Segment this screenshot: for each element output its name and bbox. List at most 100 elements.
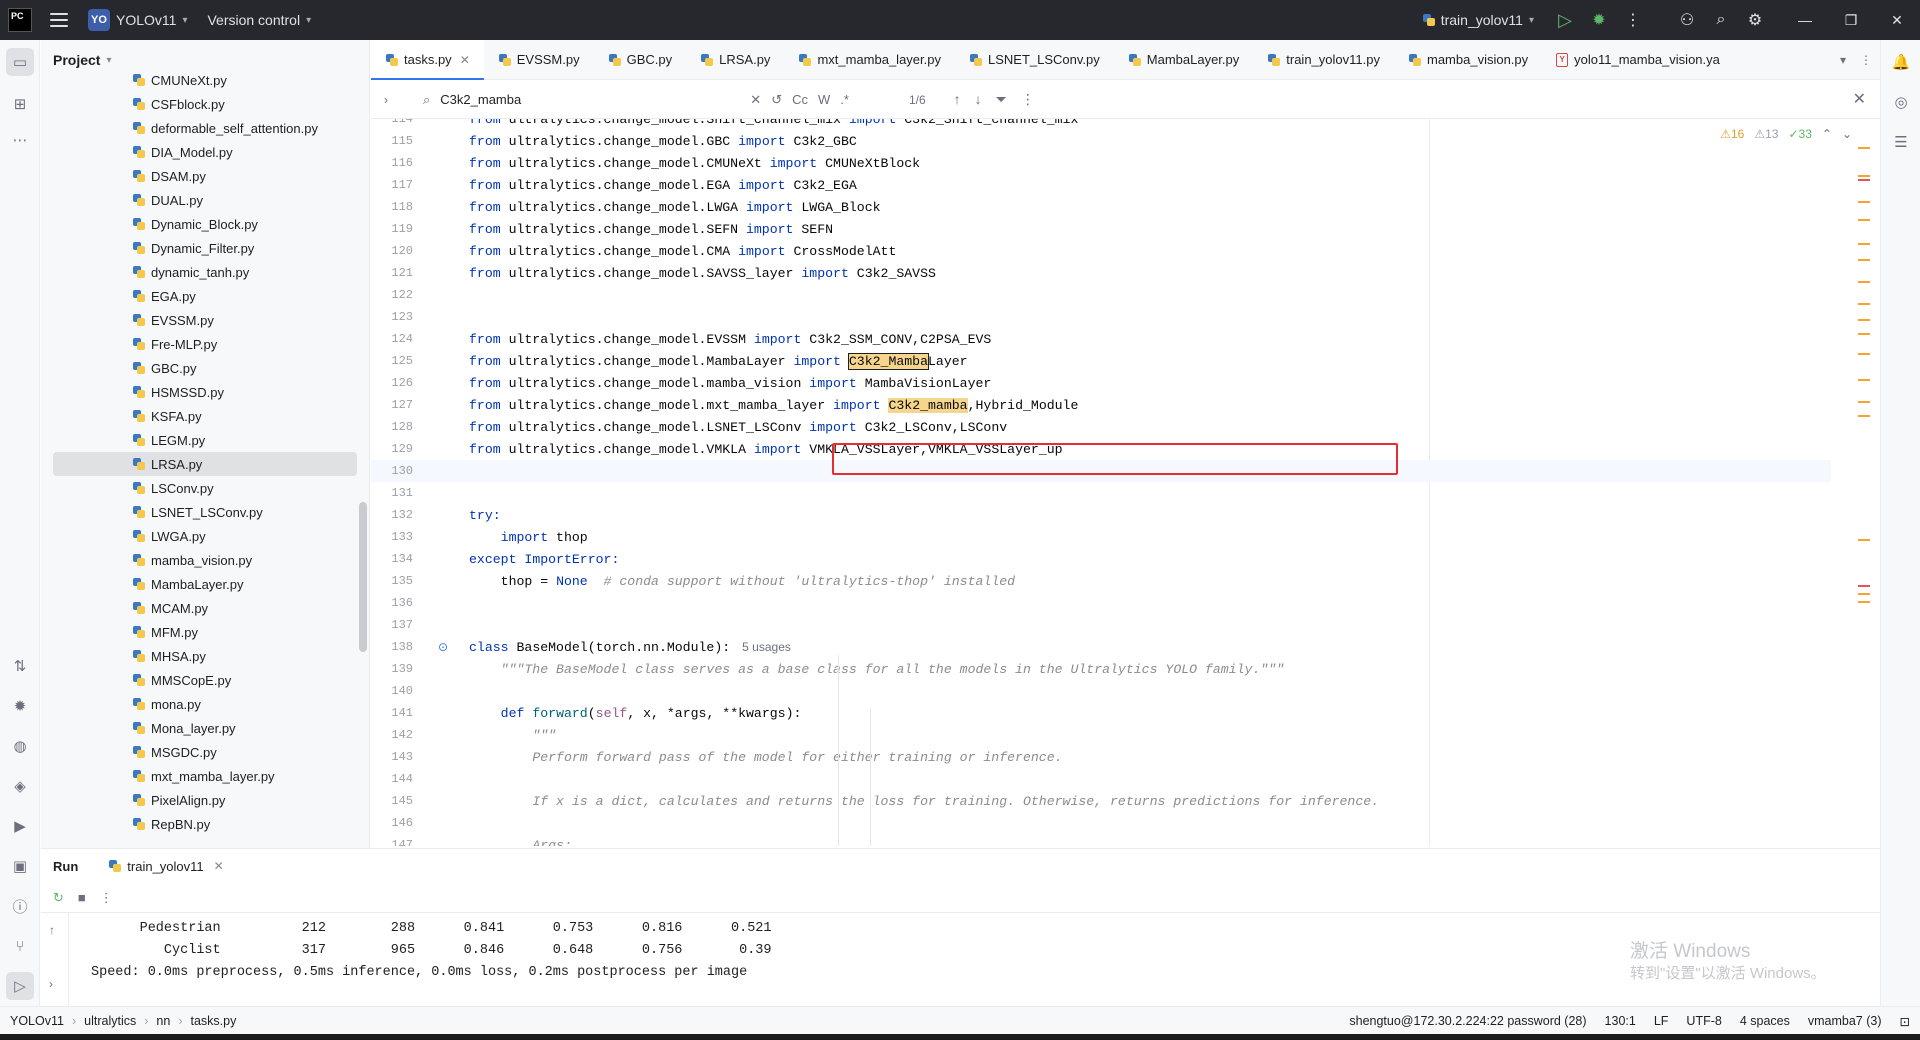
add-user-icon[interactable]: ⚇ (1670, 3, 1704, 37)
tree-file-item[interactable]: MHSA.py (53, 644, 357, 668)
error-stripe-mark[interactable] (1858, 219, 1870, 221)
chevron-down-icon[interactable]: ▾ (1840, 53, 1846, 67)
history-icon[interactable]: ↺ (771, 92, 782, 108)
lock-icon[interactable]: ⊡ (1900, 1014, 1910, 1029)
project-folder-icon[interactable]: ▭ (6, 48, 34, 76)
tree-file-item[interactable]: LEGM.py (53, 428, 357, 452)
usages-hint[interactable]: 5 usages (742, 640, 791, 654)
regex-toggle[interactable]: .* (840, 92, 849, 107)
minimize-button[interactable]: — (1782, 0, 1828, 40)
editor-tab[interactable]: Yyolo11_mamba_vision.ya (1542, 40, 1734, 79)
error-stripe-mark[interactable] (1858, 379, 1870, 381)
file-encoding[interactable]: UTF-8 (1686, 1014, 1721, 1028)
more-icon[interactable]: ⋮ (100, 890, 113, 906)
error-stripe-mark[interactable] (1858, 201, 1870, 203)
editor-tab[interactable]: EVSSM.py (484, 40, 594, 79)
tree-file-item[interactable]: DUAL.py (53, 188, 357, 212)
error-stripe-mark[interactable] (1858, 539, 1870, 541)
tree-file-item[interactable]: HSMSSD.py (53, 380, 357, 404)
tree-file-item[interactable]: MambaLayer.py (53, 572, 357, 596)
whole-word-toggle[interactable]: W (818, 92, 830, 107)
more-tools-icon[interactable]: ⋯ (6, 126, 34, 154)
error-stripe-mark[interactable] (1858, 601, 1870, 603)
tree-file-item[interactable]: CSFblock.py (53, 92, 357, 116)
error-stripe-mark[interactable] (1858, 303, 1870, 305)
breadcrumb-item[interactable]: YOLOv11 (10, 1014, 64, 1028)
tree-file-item[interactable]: CMUNeXt.py (53, 68, 357, 92)
tree-file-item[interactable]: MSGDC.py (53, 740, 357, 764)
tree-file-item[interactable]: MCAM.py (53, 596, 357, 620)
tree-file-item[interactable]: GBC.py (53, 356, 357, 380)
tree-file-item[interactable]: mxt_mamba_layer.py (53, 764, 357, 788)
tree-file-item[interactable]: Mona_layer.py (53, 716, 357, 740)
expand-replace-icon[interactable]: › (371, 93, 401, 107)
error-stripe-mark[interactable] (1858, 259, 1870, 261)
search-icon[interactable]: ⌕ (1704, 3, 1738, 37)
run-config-selector[interactable]: train_yolov11 ▾ (1422, 12, 1534, 28)
close-window-button[interactable]: ✕ (1874, 0, 1920, 40)
breadcrumb-item[interactable]: ultralytics (84, 1014, 136, 1028)
indent-setting[interactable]: 4 spaces (1740, 1014, 1790, 1028)
error-stripe-mark[interactable] (1858, 147, 1870, 149)
error-stripe-mark[interactable] (1858, 415, 1870, 417)
problems-icon[interactable]: ⓘ (6, 892, 34, 920)
tree-file-item[interactable]: PixelAlign.py (53, 788, 357, 812)
rerun-icon[interactable]: ↻ (53, 890, 64, 906)
tree-file-item[interactable]: Fre-MLP.py (53, 332, 357, 356)
find-input[interactable] (440, 92, 741, 107)
editor-tab[interactable]: train_yolov11.py (1253, 40, 1394, 79)
tree-file-item[interactable]: KSFA.py (53, 404, 357, 428)
services-icon[interactable]: ▶ (6, 812, 34, 840)
code-editor[interactable]: ⚠16 ⚠13 ✓33 ⌃ ⌄ 114 from ultralytics.chan… (371, 119, 1880, 846)
console-output[interactable]: Pedestrian 212 288 0.841 0.753 0.816 0.5… (91, 913, 1791, 1007)
line-separator[interactable]: LF (1654, 1014, 1669, 1028)
tree-file-item[interactable]: EVSSM.py (53, 308, 357, 332)
close-icon[interactable]: ✕ (214, 859, 224, 873)
python-interpreter[interactable]: vmamba7 (3) (1808, 1014, 1882, 1028)
tree-file-item[interactable]: EGA.py (53, 284, 357, 308)
run-icon[interactable]: ▷ (1548, 3, 1582, 37)
error-stripe-mark[interactable] (1858, 175, 1870, 177)
notifications-icon[interactable]: 🔔 (1887, 48, 1915, 76)
commit-icon[interactable]: ⇅ (6, 652, 34, 680)
editor-tab[interactable]: LRSA.py (686, 40, 784, 79)
debug-icon[interactable]: ✹ (1582, 3, 1616, 37)
tree-file-item[interactable]: dynamic_tanh.py (53, 260, 357, 284)
run-tool-icon[interactable]: ▷ (6, 972, 34, 1000)
close-icon[interactable]: ✕ (460, 53, 470, 67)
tree-file-item[interactable]: RepBN.py (53, 812, 357, 836)
error-stripe-mark[interactable] (1858, 179, 1870, 181)
tree-file-item[interactable]: MFM.py (53, 620, 357, 644)
implemented-icon[interactable]: ⊙ (438, 640, 452, 654)
vcs-widget[interactable]: Version control (207, 12, 300, 28)
editor-tab[interactable]: MambaLayer.py (1114, 40, 1254, 79)
error-stripe-mark[interactable] (1858, 593, 1870, 595)
tree-file-item[interactable]: mona.py (53, 692, 357, 716)
match-case-toggle[interactable]: Cc (792, 92, 808, 107)
error-stripe-mark[interactable] (1858, 333, 1870, 335)
editor-tab[interactable]: mamba_vision.py (1394, 40, 1542, 79)
structure-icon[interactable]: ⊞ (6, 90, 34, 118)
run-tab[interactable]: train_yolov11 ✕ (108, 859, 224, 874)
ai-assistant-icon[interactable]: ◎ (1887, 88, 1915, 116)
settings-gear-icon[interactable]: ⚙ (1738, 3, 1772, 37)
more-actions-icon[interactable]: ⋮ (1616, 3, 1650, 37)
project-badge[interactable]: YO (88, 9, 110, 31)
tree-file-item[interactable]: LRSA.py (53, 452, 357, 476)
breadcrumb-item[interactable]: tasks.py (190, 1014, 236, 1028)
tree-file-item[interactable]: deformable_self_attention.py (53, 116, 357, 140)
tree-file-item[interactable]: MMSCopE.py (53, 668, 357, 692)
tree-file-item[interactable]: mamba_vision.py (53, 548, 357, 572)
editor-tab[interactable]: GBC.py (594, 40, 687, 79)
project-switcher[interactable]: YOLOv11 (116, 12, 176, 28)
tree-file-item[interactable]: LSConv.py (53, 476, 357, 500)
close-find-icon[interactable]: ✕ (1853, 89, 1866, 109)
breadcrumb-item[interactable]: nn (156, 1014, 170, 1028)
tree-file-item[interactable]: LWGA.py (53, 524, 357, 548)
remote-host[interactable]: shengtuo@172.30.2.224:22 password (28) (1349, 1014, 1586, 1028)
editor-tab[interactable]: LSNET_LSConv.py (955, 40, 1114, 79)
error-stripe-mark[interactable] (1858, 353, 1870, 355)
error-stripe-mark[interactable] (1858, 319, 1870, 321)
tree-file-item[interactable]: Dynamic_Block.py (53, 212, 357, 236)
debug-tool-icon[interactable]: ✹ (6, 692, 34, 720)
